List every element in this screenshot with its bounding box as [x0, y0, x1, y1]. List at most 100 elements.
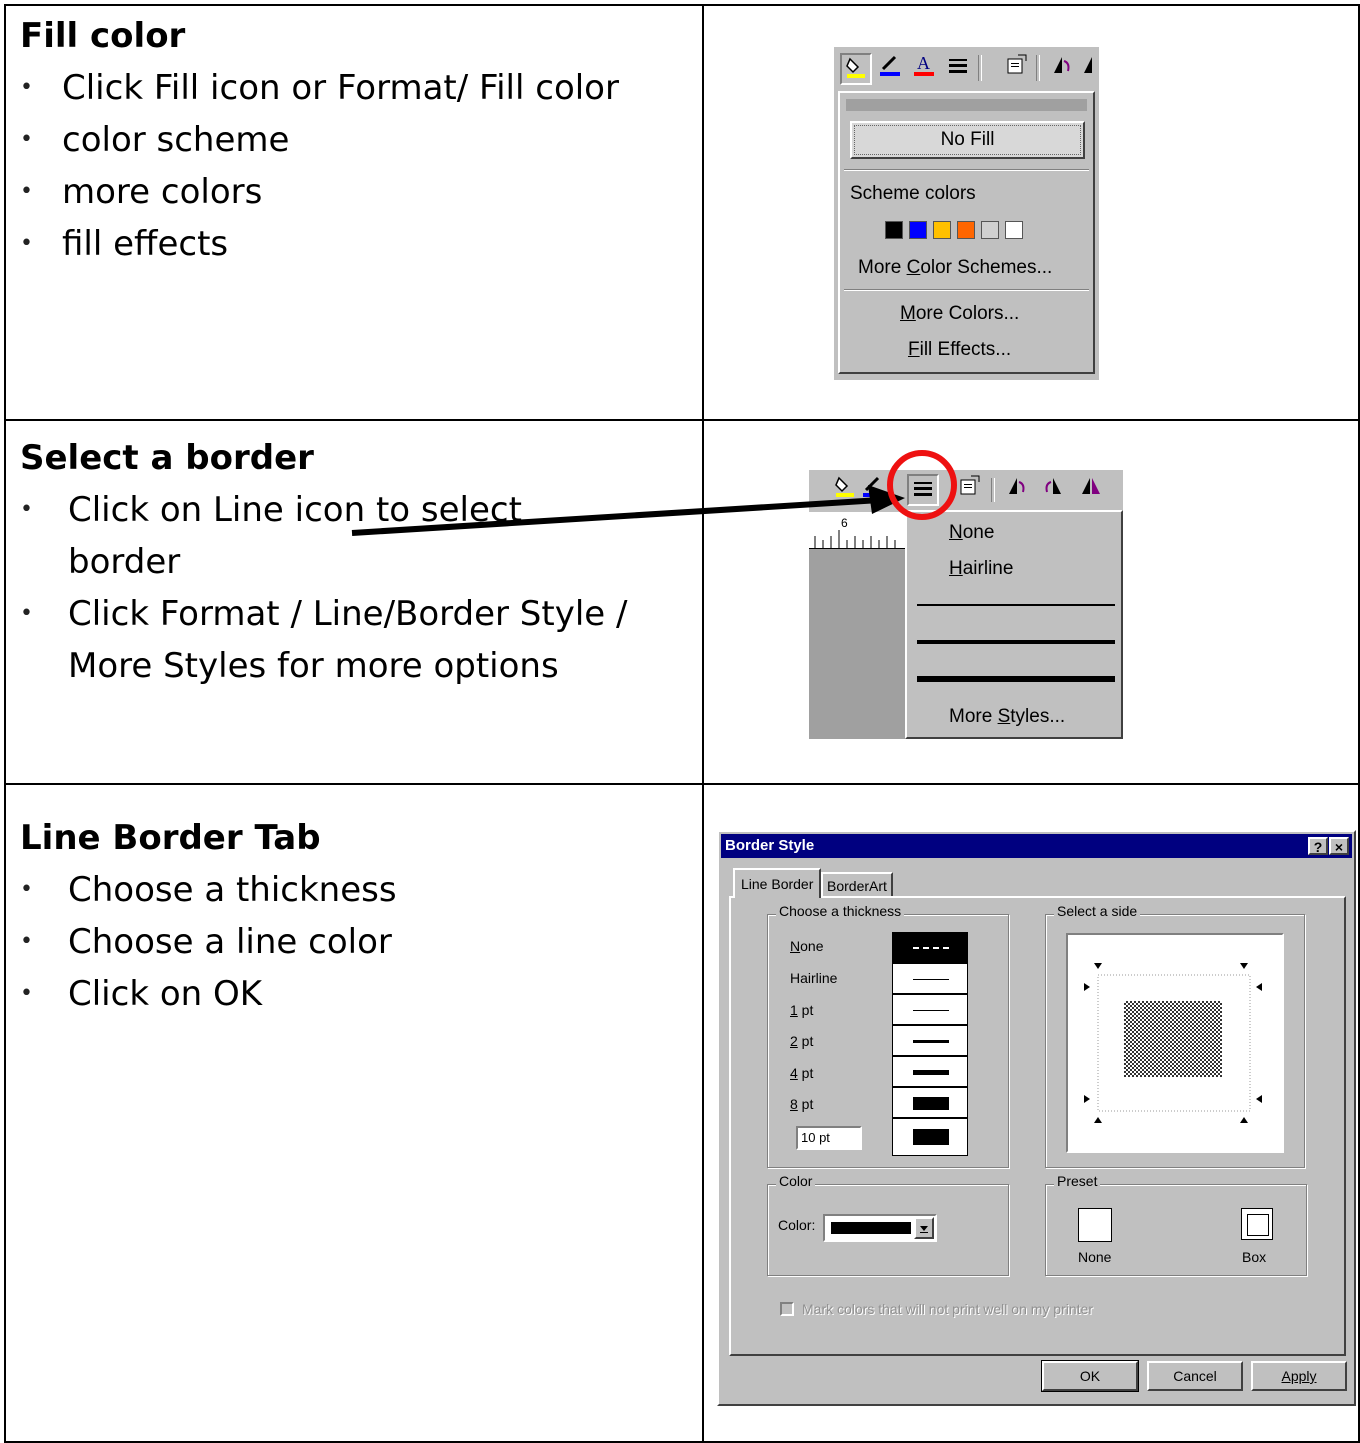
- dialog-title-bar: Border Style ? ×: [721, 834, 1352, 858]
- thickness-hairline-label[interactable]: Hairline: [790, 970, 837, 986]
- ok-button[interactable]: OK: [1041, 1360, 1139, 1392]
- ruler: 6: [809, 512, 905, 549]
- swatch-black[interactable]: [885, 221, 903, 239]
- bullet-item: Click on OK: [20, 968, 680, 1020]
- properties-icon[interactable]: [955, 474, 983, 502]
- menu-item-accel: C: [906, 257, 921, 278]
- thickness-4pt-label[interactable]: 4 pt: [790, 1065, 813, 1081]
- tab-line-border[interactable]: Line Border: [733, 868, 822, 898]
- thickness-8pt-sample[interactable]: [892, 1087, 968, 1118]
- line-hairline-item[interactable]: Hairline: [949, 558, 1013, 580]
- menu-item-text: olor Schemes...: [920, 257, 1053, 278]
- thickness-group-label: Choose a thickness: [776, 903, 905, 919]
- label-text: Hairline: [790, 970, 838, 986]
- thickness-none-sample[interactable]: [892, 932, 968, 963]
- border-preview[interactable]: [1066, 933, 1284, 1153]
- tab-borderart[interactable]: BorderArt: [821, 872, 893, 898]
- line-none-item[interactable]: None: [949, 522, 994, 544]
- menu-item-text: one: [962, 522, 995, 543]
- color-swatch: [831, 1222, 911, 1234]
- menu-item-accel: H: [949, 558, 963, 579]
- thickness-8pt-label[interactable]: 8 pt: [790, 1096, 813, 1112]
- menu-item-text: tyles...: [1010, 706, 1066, 727]
- menu-divider: [844, 289, 1089, 291]
- flip-icon[interactable]: [1077, 474, 1105, 502]
- select-border-heading: Select a border: [20, 438, 314, 478]
- line-style-icon[interactable]: [907, 474, 939, 506]
- line-medium-item[interactable]: [917, 640, 1115, 644]
- apply-button[interactable]: Apply: [1251, 1361, 1347, 1391]
- menu-item-accel: F: [908, 339, 920, 360]
- bullet-item: color scheme: [20, 114, 690, 166]
- flip-icon[interactable]: [1080, 53, 1098, 81]
- preset-none-button[interactable]: [1078, 1208, 1112, 1242]
- cancel-button[interactable]: Cancel: [1147, 1361, 1243, 1391]
- swatch-gray[interactable]: [981, 221, 999, 239]
- fill-effects-item[interactable]: Fill Effects...: [908, 339, 1011, 361]
- menu-item-text: More: [949, 706, 998, 727]
- label-accel: N: [790, 938, 801, 954]
- rotate-icon[interactable]: [1048, 53, 1076, 81]
- menu-item-text: More: [858, 257, 907, 278]
- label-accel: 1: [790, 1002, 798, 1018]
- close-button[interactable]: ×: [1329, 837, 1349, 855]
- thickness-4pt-sample[interactable]: [892, 1056, 968, 1087]
- thickness-1pt-sample[interactable]: [892, 994, 968, 1025]
- swatch-white[interactable]: [1005, 221, 1023, 239]
- preset-box-button[interactable]: [1241, 1208, 1273, 1240]
- line-thin-item[interactable]: [917, 604, 1115, 606]
- toolbar-separator: [978, 55, 982, 81]
- line-border-bullets: Choose a thickness Choose a line color C…: [20, 864, 680, 1020]
- menu-item-accel: N: [949, 522, 963, 543]
- menu-item-accel: M: [900, 303, 916, 324]
- bullet-item: more colors: [20, 166, 690, 218]
- rotate-right-icon[interactable]: [1039, 474, 1067, 502]
- help-button[interactable]: ?: [1308, 837, 1328, 855]
- thickness-none-label[interactable]: None: [790, 938, 823, 954]
- swatch-blue[interactable]: [909, 221, 927, 239]
- line-style-menu: None Hairline More Styles...: [905, 510, 1123, 739]
- menu-title-bar: [846, 99, 1087, 111]
- font-color-icon[interactable]: A: [910, 53, 938, 81]
- select-border-bullets: Click on Line icon to select border Clic…: [20, 484, 680, 692]
- workspace-area: [809, 549, 905, 739]
- line-color-icon[interactable]: [861, 474, 879, 502]
- line-thick-item[interactable]: [917, 676, 1115, 682]
- color-label: Color:: [778, 1217, 816, 1233]
- bullet-item: Choose a line color: [20, 916, 680, 968]
- swatch-orange[interactable]: [957, 221, 975, 239]
- line-color-icon[interactable]: [876, 53, 904, 81]
- menu-item-text: airline: [962, 558, 1014, 579]
- color-select[interactable]: [823, 1214, 937, 1242]
- preset-group-label: Preset: [1054, 1173, 1101, 1189]
- scheme-swatches: [882, 221, 1026, 239]
- scheme-colors-label: Scheme colors: [850, 183, 976, 204]
- no-fill-button[interactable]: No Fill: [850, 121, 1085, 159]
- menu-divider: [844, 169, 1089, 171]
- thickness-1pt-label[interactable]: 1 pt: [790, 1002, 813, 1018]
- dropdown-arrow-icon[interactable]: [914, 1217, 934, 1239]
- bullet-item: Choose a thickness: [20, 864, 680, 916]
- thickness-2pt-sample[interactable]: [892, 1025, 968, 1056]
- thickness-hairline-sample[interactable]: [892, 963, 968, 994]
- fill-bucket-icon[interactable]: [840, 53, 872, 85]
- bullet-item: Click on Line icon to select border: [20, 484, 538, 588]
- thickness-2pt-label[interactable]: 2 pt: [790, 1033, 813, 1049]
- color-group-label: Color: [776, 1173, 816, 1189]
- label-accel: 4: [790, 1065, 798, 1081]
- fill-color-heading: Fill color: [20, 16, 186, 56]
- custom-thickness-input[interactable]: 10 pt: [796, 1126, 862, 1150]
- fill-color-menu: No Fill Scheme colors More Color Schemes…: [838, 91, 1095, 374]
- toolbar: A: [834, 47, 1099, 91]
- thickness-10pt-sample[interactable]: [892, 1118, 968, 1156]
- fill-bucket-icon[interactable]: [831, 474, 859, 502]
- more-color-schemes-item[interactable]: More Color Schemes...: [858, 257, 1052, 279]
- properties-icon[interactable]: [1002, 53, 1030, 81]
- rotate-left-icon[interactable]: [1003, 474, 1031, 502]
- more-styles-item[interactable]: More Styles...: [949, 706, 1065, 728]
- mark-colors-label: Mark colors that will not print well on …: [802, 1301, 1093, 1317]
- line-style-icon[interactable]: [944, 53, 972, 81]
- mark-colors-checkbox[interactable]: [780, 1302, 794, 1316]
- more-colors-item[interactable]: More Colors...: [900, 303, 1019, 325]
- swatch-gold[interactable]: [933, 221, 951, 239]
